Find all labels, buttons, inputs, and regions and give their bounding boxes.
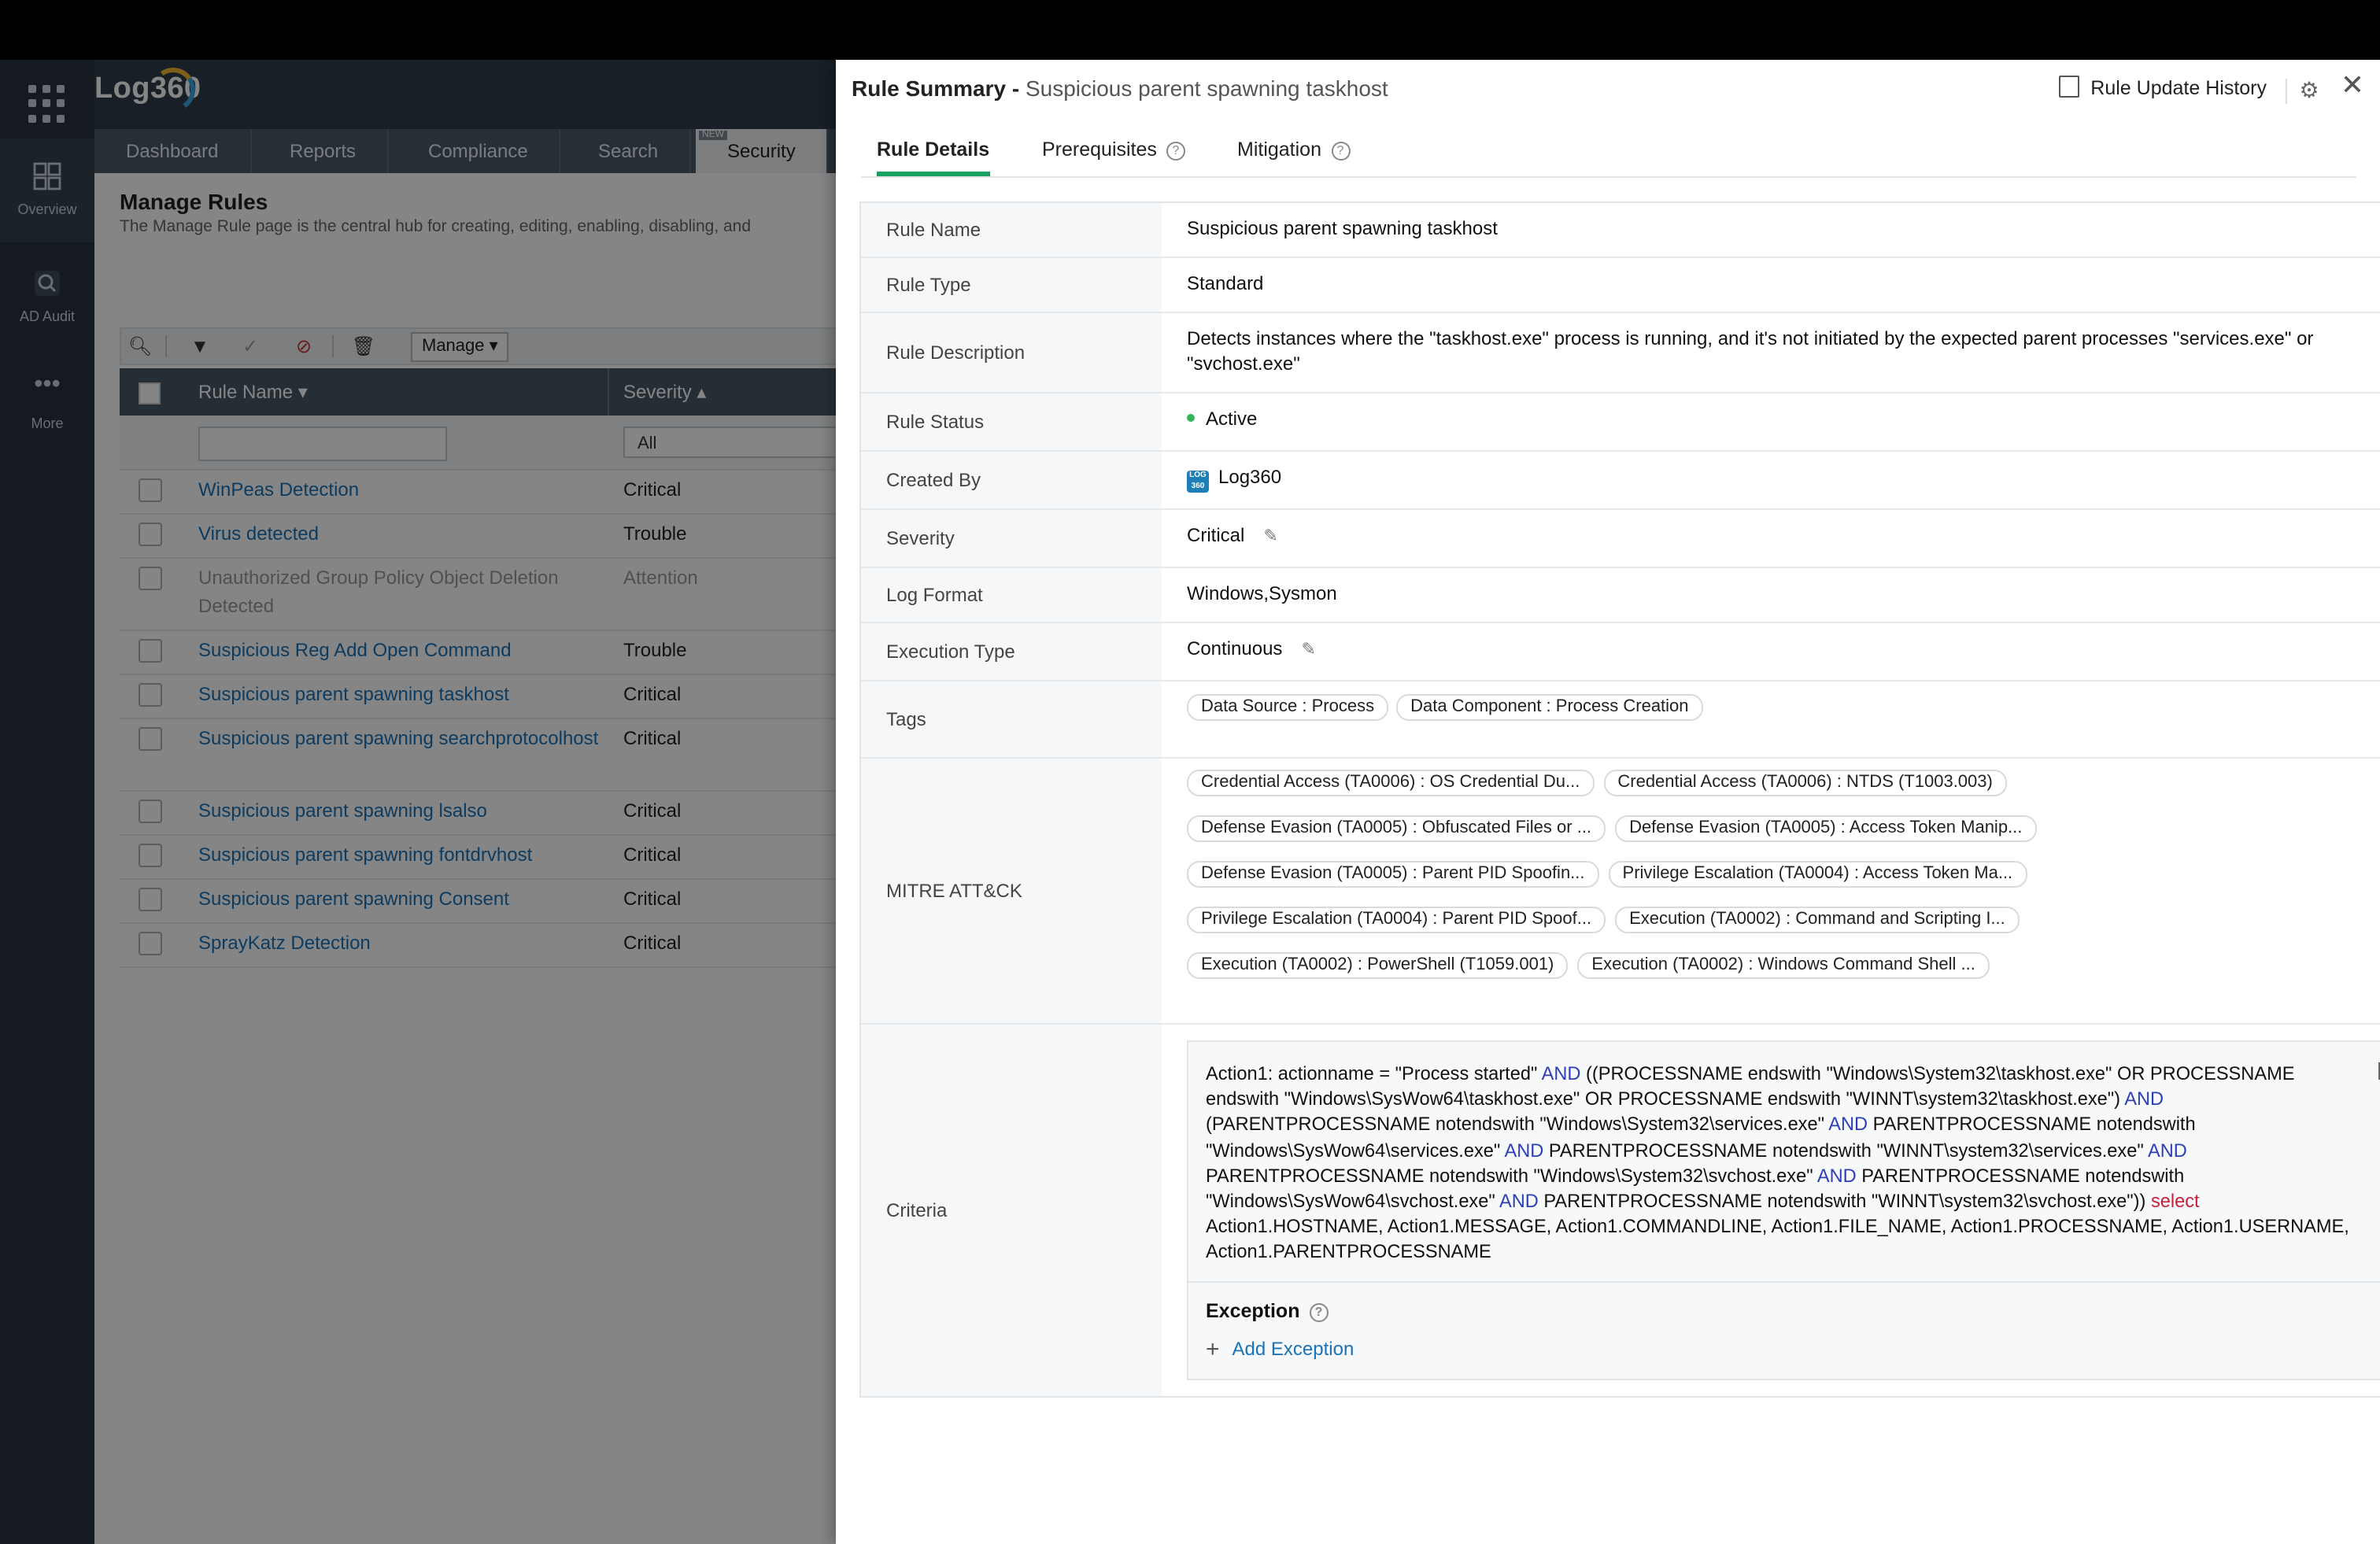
criteria-box: Action1: actionname = "Process started" … xyxy=(1187,1040,2380,1380)
mitre-chip[interactable]: Credential Access (TA0006) : NTDS (T1003… xyxy=(1603,770,2007,796)
top-bezel xyxy=(0,0,2380,60)
label-rule-description: Rule Description xyxy=(861,313,1162,392)
tab-label: Prerequisites xyxy=(1042,139,1157,161)
history-label: Rule Update History xyxy=(2090,77,2267,99)
severity-text: Critical xyxy=(1187,524,1245,546)
tab-label: Mitigation xyxy=(1237,139,1321,161)
mitre-chip[interactable]: Execution (TA0002) : PowerShell (T1059.0… xyxy=(1187,952,1569,979)
criteria-keyword: AND xyxy=(2147,1139,2187,1162)
drawer-title: Rule Summary - Suspicious parent spawnin… xyxy=(852,76,1388,101)
row-rule-name: Rule Name Suspicious parent spawning tas… xyxy=(861,203,2380,258)
criteria-text: PARENTPROCESSNAME notendswith "WINNT\sys… xyxy=(1543,1139,2148,1162)
tab-label: Rule Details xyxy=(877,139,990,161)
row-execution-type: Execution Type Continuous ✎ xyxy=(861,623,2380,682)
mitre-chip[interactable]: Credential Access (TA0006) : OS Credenti… xyxy=(1187,770,1595,796)
row-mitre: MITRE ATT&CK Credential Access (TA0006) … xyxy=(861,759,2380,1025)
row-tags: Tags Data Source : Process Data Component… xyxy=(861,682,2380,759)
criteria-keyword: select xyxy=(2150,1190,2200,1213)
mitre-chip[interactable]: Defense Evasion (TA0005) : Parent PID Sp… xyxy=(1187,861,1599,888)
criteria-text: PARENTPROCESSNAME notendswith "WINNT\sys… xyxy=(1538,1190,2151,1213)
tab-mitigation[interactable]: Mitigation? xyxy=(1237,139,1350,173)
drawer-tabs: Rule Details Prerequisites? Mitigation? xyxy=(861,132,2356,178)
value-execution-type: Continuous ✎ xyxy=(1162,623,2380,680)
mitre-chip[interactable]: Execution (TA0002) : Command and Scripti… xyxy=(1615,907,2020,933)
exception-title-text: Exception xyxy=(1206,1299,1300,1322)
criteria-text: Action1: actionname = "Process started" xyxy=(1206,1062,1542,1084)
drawer-title-prefix: Rule Summary - xyxy=(852,76,1020,101)
criteria-keyword: AND xyxy=(1504,1139,1544,1162)
label-created-by: Created By xyxy=(861,452,1162,508)
criteria-text: PARENTPROCESSNAME notendswith "Windows\S… xyxy=(1206,1164,1817,1187)
criteria-text: Action1.HOSTNAME, Action1.MESSAGE, Actio… xyxy=(1206,1215,2349,1263)
help-icon[interactable]: ? xyxy=(1331,142,1350,161)
label-criteria: Criteria xyxy=(861,1025,1162,1396)
mitre-chip[interactable]: Privilege Escalation (TA0004) : Access T… xyxy=(1608,861,2027,888)
tag-chip: Data Component : Process Creation xyxy=(1396,694,1703,721)
label-log-format: Log Format xyxy=(861,568,1162,622)
mitre-chip[interactable]: Privilege Escalation (TA0004) : Parent P… xyxy=(1187,907,1606,933)
edit-icon[interactable]: ✎ xyxy=(1263,524,1277,549)
edit-icon[interactable]: ✎ xyxy=(1301,637,1315,663)
rule-summary-drawer: Rule Summary - Suspicious parent spawnin… xyxy=(836,60,2380,1544)
history-icon xyxy=(2059,76,2080,98)
label-severity: Severity xyxy=(861,510,1162,567)
tag-chip: Data Source : Process xyxy=(1187,694,1389,721)
criteria-text: (PARENTPROCESSNAME notendswith "Windows\… xyxy=(1206,1113,1829,1136)
exception-section: Exception? + Add Exception xyxy=(1188,1280,2380,1378)
label-execution-type: Execution Type xyxy=(861,623,1162,680)
label-tags: Tags xyxy=(861,682,1162,757)
row-rule-description: Rule Description Detects instances where… xyxy=(861,313,2380,393)
value-log-format: Windows,Sysmon xyxy=(1187,582,1337,604)
value-rule-type: Standard xyxy=(1187,272,1264,294)
drawer-title-rule: Suspicious parent spawning taskhost xyxy=(1025,76,1388,101)
created-by-text: Log360 xyxy=(1218,466,1282,488)
criteria-keyword: AND xyxy=(2124,1088,2164,1110)
row-rule-type: Rule Type Standard xyxy=(861,258,2380,313)
help-icon[interactable]: ? xyxy=(1309,1302,1329,1322)
value-mitre: Credential Access (TA0006) : OS Credenti… xyxy=(1162,759,2380,1023)
tab-rule-details[interactable]: Rule Details xyxy=(877,139,990,176)
value-severity: Critical ✎ xyxy=(1162,510,2380,567)
criteria-keyword: AND xyxy=(1816,1164,1857,1187)
execution-type-text: Continuous xyxy=(1187,637,1283,659)
row-severity: Severity Critical ✎ xyxy=(861,510,2380,568)
screen: Overview AD Audit ••• More Log360 Dashbo… xyxy=(0,0,2380,1544)
plus-icon: + xyxy=(1206,1335,1220,1363)
status-dot xyxy=(1187,414,1195,422)
label-rule-status: Rule Status xyxy=(861,393,1162,450)
value-tags: Data Source : Process Data Component : Pr… xyxy=(1162,682,2380,757)
value-rule-status: Active xyxy=(1162,393,2380,450)
criteria-keyword: AND xyxy=(1828,1113,1868,1136)
rule-details-table: Rule Name Suspicious parent spawning tas… xyxy=(859,201,2380,1398)
criteria-keyword: AND xyxy=(1541,1062,1581,1084)
row-log-format: Log Format Windows,Sysmon xyxy=(861,568,2380,623)
value-created-by: LOG 360 Log360 xyxy=(1162,452,2380,508)
log360-logo: LOG 360 xyxy=(1187,471,1209,493)
label-mitre: MITRE ATT&CK xyxy=(861,759,1162,1023)
label-rule-name: Rule Name xyxy=(861,203,1162,257)
settings-icon[interactable]: ⚙ xyxy=(2298,79,2320,101)
value-rule-description: Detects instances where the "taskhost.ex… xyxy=(1187,327,2314,375)
mitre-chip[interactable]: Execution (TA0002) : Windows Command She… xyxy=(1577,952,1990,979)
help-icon[interactable]: ? xyxy=(1166,142,1185,161)
add-exception-link[interactable]: + Add Exception xyxy=(1206,1335,2380,1362)
rule-update-history-link[interactable]: Rule Update History xyxy=(2059,76,2267,99)
row-created-by: Created By LOG 360 Log360 xyxy=(861,452,2380,510)
row-rule-status: Rule Status Active xyxy=(861,393,2380,452)
status-text: Active xyxy=(1206,408,1258,430)
criteria-query: Action1: actionname = "Process started" … xyxy=(1188,1042,2380,1280)
criteria-keyword: AND xyxy=(1499,1190,1539,1213)
label-rule-type: Rule Type xyxy=(861,258,1162,312)
value-criteria: Action1: actionname = "Process started" … xyxy=(1162,1025,2380,1395)
tab-prerequisites[interactable]: Prerequisites? xyxy=(1042,139,1185,173)
close-icon[interactable]: ✕ xyxy=(2341,69,2364,102)
exception-title: Exception? xyxy=(1206,1298,2380,1323)
mitre-chip[interactable]: Defense Evasion (TA0005) : Obfuscated Fi… xyxy=(1187,815,1606,842)
mitre-chip[interactable]: Defense Evasion (TA0005) : Access Token … xyxy=(1615,815,2037,842)
value-rule-name: Suspicious parent spawning taskhost xyxy=(1187,217,1498,239)
add-exception-label: Add Exception xyxy=(1232,1337,1354,1360)
row-criteria: Criteria Action1: actionname = "Process … xyxy=(861,1025,2380,1396)
